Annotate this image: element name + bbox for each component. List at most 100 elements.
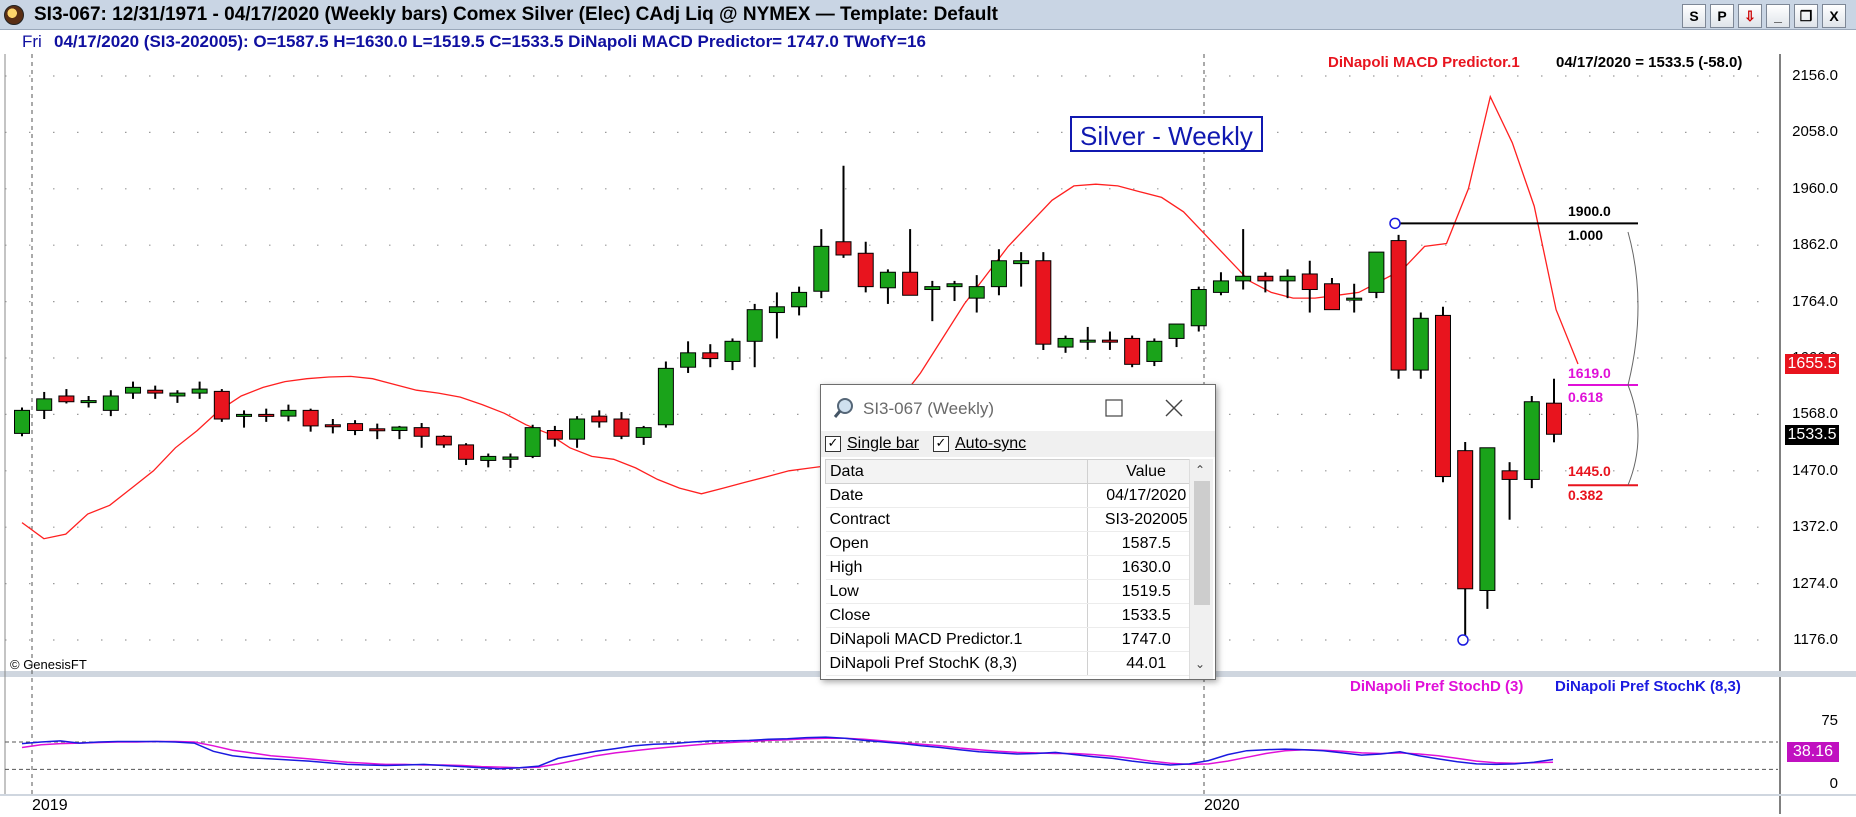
fib-anchor-low	[1457, 634, 1469, 646]
scroll-down-icon[interactable]: ⌄	[1195, 657, 1205, 671]
fib-bracket	[1627, 384, 1639, 486]
scroll-thumb[interactable]	[1194, 481, 1210, 605]
price-axis-label: 1764.0	[1792, 292, 1838, 310]
price-axis-label: 1960.0	[1792, 179, 1838, 197]
candle-body	[835, 241, 852, 256]
maximize-icon[interactable]	[1103, 397, 1125, 419]
data-window[interactable]: SI3-067 (Weekly) ✓ Single bar ✓ Auto-syn…	[820, 384, 1216, 680]
row-value: 1587.5	[1087, 531, 1205, 556]
auto-sync-label[interactable]: Auto-sync	[955, 435, 1026, 453]
row-value: SI3-202005	[1087, 507, 1205, 532]
table-row[interactable]: Date 04/17/2020	[825, 483, 1205, 508]
minimize-button[interactable]: _	[1766, 4, 1790, 28]
price-axis-label: 1372.0	[1792, 518, 1838, 536]
candle-body	[391, 426, 408, 432]
table-row[interactable]: Low 1519.5	[825, 579, 1205, 604]
close-button[interactable]: X	[1822, 4, 1846, 28]
close-icon[interactable]	[1161, 395, 1187, 421]
auto-sync-checkbox[interactable]: ✓	[933, 436, 949, 452]
candle-body	[1390, 240, 1407, 371]
candle-body	[58, 395, 75, 403]
year-label-2019: 2019	[32, 797, 68, 814]
fib-price-1: 1900.0	[1568, 203, 1611, 219]
scroll-up-icon[interactable]: ⌃	[1195, 463, 1205, 477]
candle-body	[1057, 337, 1074, 348]
year-label-2020: 2020	[1204, 797, 1240, 814]
candle-body	[924, 286, 941, 291]
price-axis-label: 1862.0	[1792, 236, 1838, 254]
candle-body	[1168, 323, 1185, 339]
table-row[interactable]: High 1630.0	[825, 555, 1205, 580]
s-button[interactable]: S	[1682, 4, 1706, 28]
row-value: 1630.0	[1087, 555, 1205, 580]
macd-indicator-label: DiNapoli MACD Predictor.1	[1328, 54, 1520, 71]
candle-body	[1368, 251, 1385, 293]
row-label: DiNapoli MACD Predictor.1	[825, 627, 1088, 652]
stoch-value-box: 38.16	[1787, 742, 1839, 762]
candle-body	[280, 409, 297, 417]
row-label: Date	[825, 483, 1088, 508]
candle-body	[1013, 260, 1030, 265]
candle-body	[1235, 275, 1252, 282]
candle-body	[746, 309, 763, 342]
candle-body	[990, 260, 1007, 288]
candle-body	[813, 245, 830, 292]
candle-body	[1479, 447, 1496, 592]
stoch-d-label: DiNapoli Pref StochD (3)	[1350, 678, 1524, 695]
candle-body	[768, 306, 785, 314]
table-row[interactable]: Contract SI3-202005	[825, 507, 1205, 532]
candle-body	[14, 409, 30, 434]
column-header-data[interactable]: Data	[825, 459, 1088, 484]
candle-body	[613, 418, 630, 437]
candle-body	[80, 400, 97, 404]
candle-body	[946, 283, 963, 288]
candle-body	[1323, 283, 1340, 311]
bar-info-line: Fri 04/17/2020 (SI3-202005): O=1587.5 H=…	[0, 30, 1856, 54]
table-row[interactable]: Open 1587.5	[825, 531, 1205, 556]
search-icon	[833, 398, 853, 418]
table-row[interactable]: DiNapoli MACD Predictor.1 1747.0	[825, 627, 1205, 652]
row-value: 04/17/2020	[1087, 483, 1205, 508]
candle-body	[413, 427, 430, 437]
candle-body	[458, 444, 475, 460]
candle-body	[1501, 470, 1518, 480]
candle-body	[1301, 273, 1318, 291]
column-header-value[interactable]: Value	[1087, 459, 1205, 484]
fib-ratio-1: 1.000	[1568, 227, 1604, 243]
candle-body	[591, 415, 608, 423]
candle-body	[1035, 260, 1052, 345]
data-window-options: ✓ Single bar ✓ Auto-sync	[821, 431, 1215, 457]
candle-body	[702, 352, 719, 360]
single-bar-checkbox[interactable]: ✓	[825, 436, 841, 452]
single-bar-label[interactable]: Single bar	[847, 435, 919, 453]
restore-down-icon[interactable]: ⇩	[1738, 4, 1762, 28]
candle-body	[36, 398, 53, 411]
row-label: Open	[825, 531, 1088, 556]
candle-body	[1457, 450, 1474, 590]
p-button[interactable]: P	[1710, 4, 1734, 28]
macd-predictor-line	[21, 94, 1579, 540]
stoch-axis-0: 0	[1829, 775, 1838, 792]
info-day: Fri	[22, 32, 42, 51]
data-window-titlebar[interactable]: SI3-067 (Weekly)	[821, 385, 1215, 431]
table-row[interactable]: Close 1533.5	[825, 603, 1205, 628]
table-row[interactable]: DiNapoli Pref StochK (8,3) 44.01	[825, 651, 1205, 676]
last-price-box: 1533.5	[1785, 425, 1839, 445]
candle-body	[1190, 289, 1207, 327]
candle-body	[680, 352, 697, 368]
candle-body	[524, 427, 541, 457]
window-titlebar: SI3-067: 12/31/1971 - 04/17/2020 (Weekly…	[0, 0, 1856, 30]
scrollbar[interactable]: ⌃ ⌄	[1189, 459, 1213, 679]
price-axis-label: 2156.0	[1792, 67, 1838, 84]
candle-body	[546, 430, 563, 440]
candle-body	[191, 388, 208, 394]
row-label: Contract	[825, 507, 1088, 532]
maximize-button[interactable]: ❐	[1794, 4, 1818, 28]
candle-body	[902, 271, 919, 296]
candle-body	[879, 271, 896, 289]
app-icon	[4, 5, 24, 25]
candle-body	[147, 389, 164, 394]
copyright-label: © GenesisFT	[10, 657, 87, 672]
candle-body	[102, 395, 119, 411]
candle-body	[347, 423, 364, 432]
